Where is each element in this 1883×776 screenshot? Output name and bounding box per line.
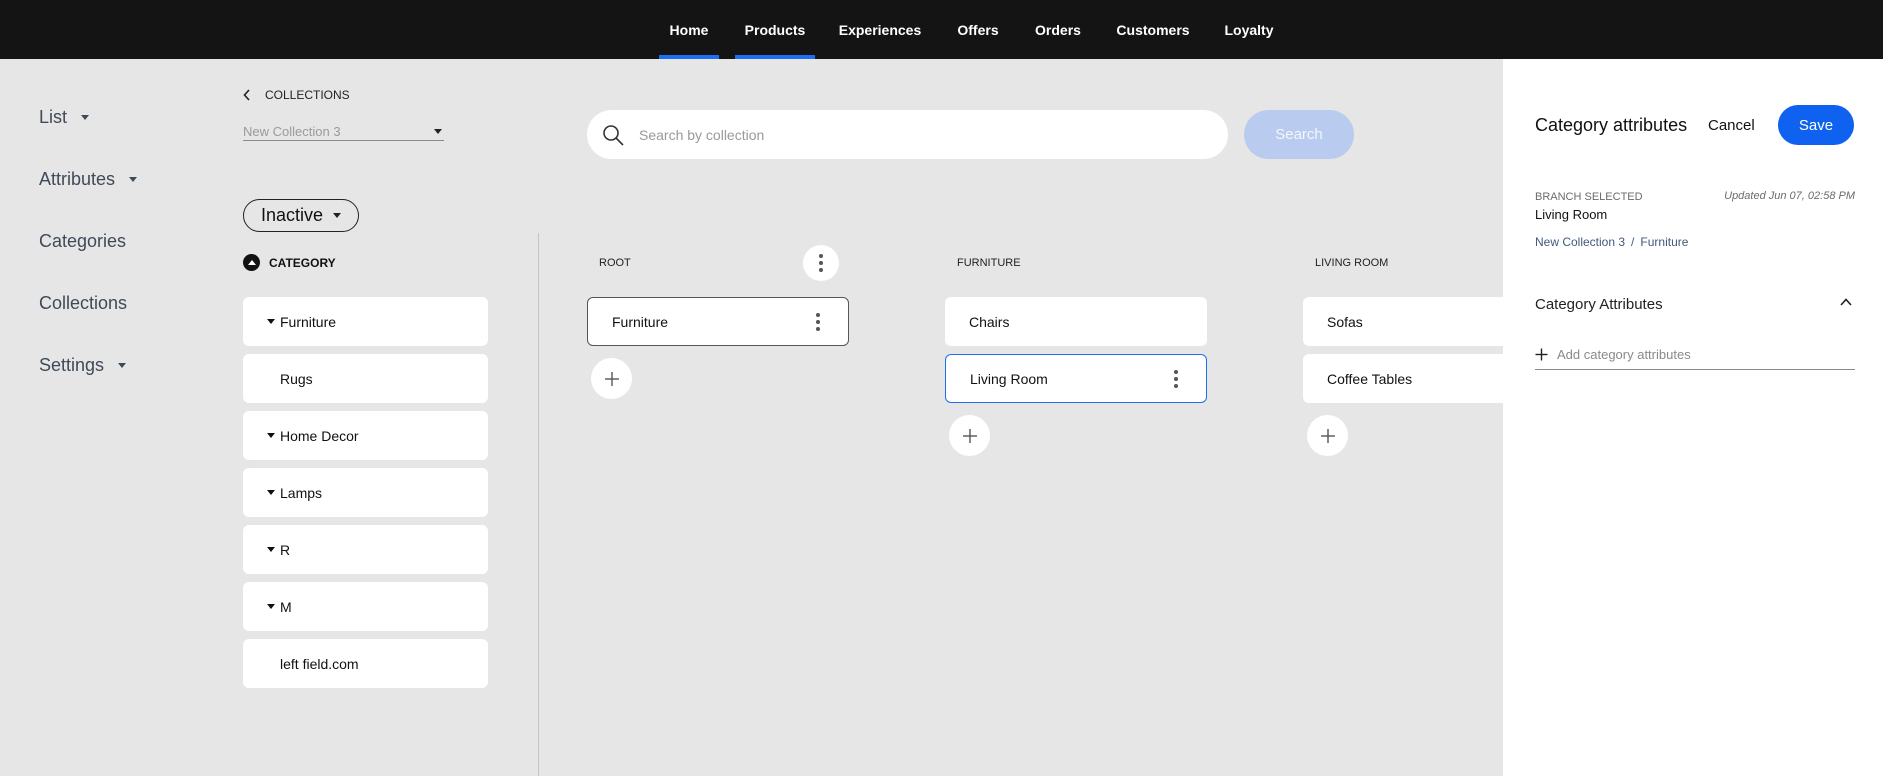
collection-select[interactable]: New Collection 3 [243, 123, 444, 141]
breadcrumb-item[interactable]: Furniture [1640, 235, 1688, 249]
nav-offers[interactable]: Offers [950, 0, 1006, 59]
chevron-up-icon[interactable] [1839, 295, 1853, 309]
status-dropdown[interactable]: Inactive [243, 199, 359, 232]
column-divider [538, 233, 539, 776]
branch-name: Living Room [1535, 207, 1608, 222]
category-item-label: left field.com [280, 655, 359, 672]
category-item-label: Furniture [280, 313, 337, 330]
category-item-home-decor[interactable]: Home Decor [243, 411, 488, 460]
search-input[interactable] [639, 126, 1199, 143]
tree-node-label: Chairs [969, 313, 1010, 330]
tree-node-label: Furniture [612, 313, 669, 330]
nav-customers[interactable]: Customers [1115, 0, 1191, 59]
back-label: COLLECTIONS [265, 88, 350, 102]
nav-loyalty[interactable]: Loyalty [1218, 0, 1280, 59]
plus-icon [1535, 348, 1548, 361]
tree-node-sofas[interactable]: Sofas [1303, 297, 1503, 346]
sidebar-item-collections[interactable]: Collections [39, 293, 127, 314]
category-item-furniture[interactable]: Furniture [243, 297, 488, 346]
caret-down-icon [434, 129, 442, 134]
category-header-label: CATEGORY [269, 255, 336, 270]
cancel-button[interactable]: Cancel [1708, 117, 1755, 134]
collapse-toggle-icon[interactable] [243, 254, 260, 271]
sidebar-item-label: Attributes [39, 169, 116, 189]
sidebar-item-label: List [39, 107, 68, 127]
back-to-collections[interactable]: COLLECTIONS [243, 88, 350, 102]
updated-timestamp: Updated Jun 07, 02:58 PM [1724, 190, 1855, 202]
save-button[interactable]: Save [1778, 105, 1854, 145]
sidebar-item-categories[interactable]: Categories [39, 231, 126, 252]
caret-down-icon [333, 213, 342, 218]
nav-products[interactable]: Products [735, 0, 815, 59]
expand-caret-icon[interactable] [267, 319, 275, 324]
breadcrumb: New Collection 3 / Furniture [1535, 235, 1688, 249]
status-value: Inactive [260, 205, 324, 225]
tree-node-label: Sofas [1327, 313, 1363, 330]
category-item-r[interactable]: R [243, 525, 488, 574]
category-attributes-panel: Category attributes Cancel Save BRANCH S… [1503, 59, 1883, 776]
search-box [587, 110, 1228, 159]
sidebar-item-label: Settings [39, 355, 105, 375]
search-button[interactable]: Search [1244, 110, 1354, 159]
tree-node-living-room[interactable]: Living Room [945, 354, 1207, 403]
kebab-menu-icon [815, 252, 827, 274]
nav-orders[interactable]: Orders [1030, 0, 1086, 59]
tree-node-furniture[interactable]: Furniture [587, 297, 849, 346]
breadcrumb-item[interactable]: New Collection 3 [1535, 235, 1625, 249]
nav-experiences[interactable]: Experiences [835, 0, 925, 59]
column-header-living-room: LIVING ROOM [1315, 257, 1389, 269]
column-header-furniture: FURNITURE [957, 257, 1021, 269]
tree-node-coffee-tables[interactable]: Coffee Tables [1303, 354, 1503, 403]
tree-node-label: Living Room [970, 370, 1048, 387]
nav-home[interactable]: Home [659, 0, 719, 59]
kebab-menu-icon[interactable] [812, 311, 824, 333]
category-item-left-field[interactable]: left field.com [243, 639, 488, 688]
sidebar-item-attributes[interactable]: Attributes [39, 169, 138, 190]
category-header: CATEGORY [243, 254, 336, 271]
tree-node-label: Coffee Tables [1327, 370, 1413, 387]
category-item-label: R [280, 541, 291, 558]
sidebar-item-label: Collections [39, 293, 128, 313]
kebab-menu-icon[interactable] [1170, 368, 1182, 390]
category-item-label: Rugs [280, 370, 313, 387]
plus-icon [1320, 428, 1335, 443]
branch-selected-label: BRANCH SELECTED [1535, 191, 1643, 203]
caret-down-icon [129, 177, 138, 182]
breadcrumb-separator: / [1631, 235, 1635, 249]
category-item-rugs[interactable]: Rugs [243, 354, 488, 403]
add-root-node-button[interactable] [591, 358, 632, 399]
column-header-root: ROOT [599, 257, 631, 269]
add-living-room-node-button[interactable] [1307, 415, 1348, 456]
category-item-m[interactable]: M [243, 582, 488, 631]
caret-down-icon [118, 363, 127, 368]
category-item-label: M [280, 598, 292, 615]
chevron-left-icon [243, 89, 250, 101]
add-furniture-node-button[interactable] [949, 415, 990, 456]
attributes-section-title: Category Attributes [1535, 296, 1663, 313]
expand-caret-icon[interactable] [267, 433, 275, 438]
expand-caret-icon[interactable] [267, 547, 275, 552]
add-category-attributes-field[interactable]: Add category attributes [1535, 347, 1855, 370]
tree-node-chairs[interactable]: Chairs [945, 297, 1207, 346]
expand-caret-icon[interactable] [267, 604, 275, 609]
sidebar-item-settings[interactable]: Settings [39, 355, 127, 376]
category-item-lamps[interactable]: Lamps [243, 468, 488, 517]
plus-icon [962, 428, 977, 443]
sidebar-item-label: Categories [39, 231, 127, 251]
search-icon [603, 124, 624, 146]
plus-icon [604, 371, 619, 386]
sidebar-item-list[interactable]: List [39, 107, 90, 128]
category-item-label: Lamps [280, 484, 323, 501]
add-attributes-placeholder: Add category attributes [1557, 347, 1691, 362]
panel-title: Category attributes [1535, 115, 1688, 135]
caret-down-icon [81, 115, 90, 120]
category-item-label: Home Decor [280, 427, 359, 444]
collection-select-value: New Collection 3 [243, 124, 341, 139]
root-options-button[interactable] [803, 245, 839, 281]
expand-caret-icon[interactable] [267, 490, 275, 495]
top-navigation: Home Products Experiences Offers Orders … [0, 0, 1883, 59]
